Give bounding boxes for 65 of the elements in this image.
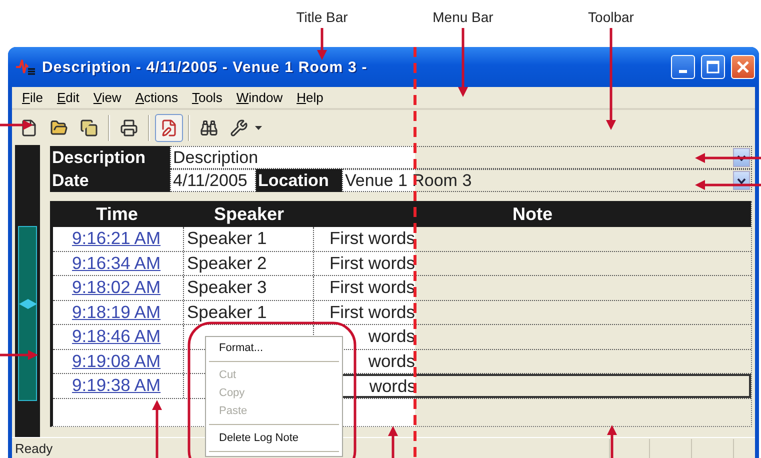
table-cell: Speaker 1 [184,227,314,250]
context-menu-item[interactable]: Delete Log Note [209,429,339,447]
note-cell[interactable]: First words [314,227,751,250]
callout-arrow [317,28,327,60]
field-label: Location [256,169,342,192]
callout-arrow [152,400,162,458]
folder-icon [50,118,68,136]
time-link[interactable]: 9:18:46 AM [56,326,161,346]
callout-label: Menu Bar [432,9,494,25]
callout-arrow [0,120,33,130]
callout-arrow [388,426,398,458]
menu-item[interactable]: Actions [128,90,185,105]
table-cell: Speaker 3 [184,276,314,300]
table-cell: Speaker 2 [184,252,314,275]
caret-icon[interactable] [255,126,262,130]
chevron-icon [737,154,746,160]
status-text: Ready [15,440,54,456]
minimize-button[interactable] [671,55,695,79]
menu-item[interactable]: Help [290,90,330,105]
column-header: Note [512,203,554,226]
app-icon [16,58,36,76]
table-cell: Speaker 1 [184,300,314,324]
note-cell[interactable]: First words [314,276,751,300]
binoculars-icon [200,118,218,136]
menu-item[interactable]: Window [229,90,290,105]
time-link[interactable]: 9:16:21 AM [56,228,161,248]
time-link[interactable]: 9:18:19 AM [56,302,161,322]
time-link[interactable]: 9:19:38 AM [56,375,161,395]
wrench-icon [230,118,248,136]
toolbar-button[interactable] [155,114,183,142]
chevron-icon [737,178,746,184]
field-label: Description [50,146,170,169]
menu-item[interactable]: View [86,90,128,105]
window-title: Description - 4/11/2005 - Venue 1 Room 3 - [42,58,368,76]
time-link[interactable]: 9:16:34 AM [56,252,161,272]
description-field[interactable]: Description [170,146,752,169]
edit-document-icon [160,118,178,136]
callout-arrow [695,153,761,163]
slider-thumb[interactable] [19,299,37,309]
callout-arrow [0,350,38,360]
close-icon [736,60,750,74]
column-header: Speaker [212,203,286,226]
callout-label: Title Bar [296,9,348,25]
callout-arrow [695,180,761,190]
column-header: Time [95,203,139,226]
time-link[interactable]: 9:18:02 AM [56,277,161,297]
maximize-button[interactable] [701,55,725,79]
note-cell[interactable]: First words [314,252,751,275]
callout-arrow [607,425,617,458]
menu-item[interactable]: Tools [184,90,230,105]
time-link[interactable]: 9:19:08 AM [56,350,161,370]
maximize-icon [706,60,720,74]
copy-icon [80,118,98,136]
minimize-icon [679,70,687,72]
menu-item[interactable]: File [15,90,50,105]
printer-icon [120,118,138,136]
close-button[interactable] [731,55,755,79]
note-cell[interactable]: First words [314,300,751,324]
new-file-icon [20,118,38,136]
field-label: Date [50,169,170,192]
callout-arrow [458,28,468,97]
menu-item[interactable]: Edit [50,90,86,105]
callout-label: Toolbar [588,9,634,25]
date-field[interactable]: 4/11/2005 [170,169,256,192]
context-menu-item[interactable]: Format... [209,339,339,357]
